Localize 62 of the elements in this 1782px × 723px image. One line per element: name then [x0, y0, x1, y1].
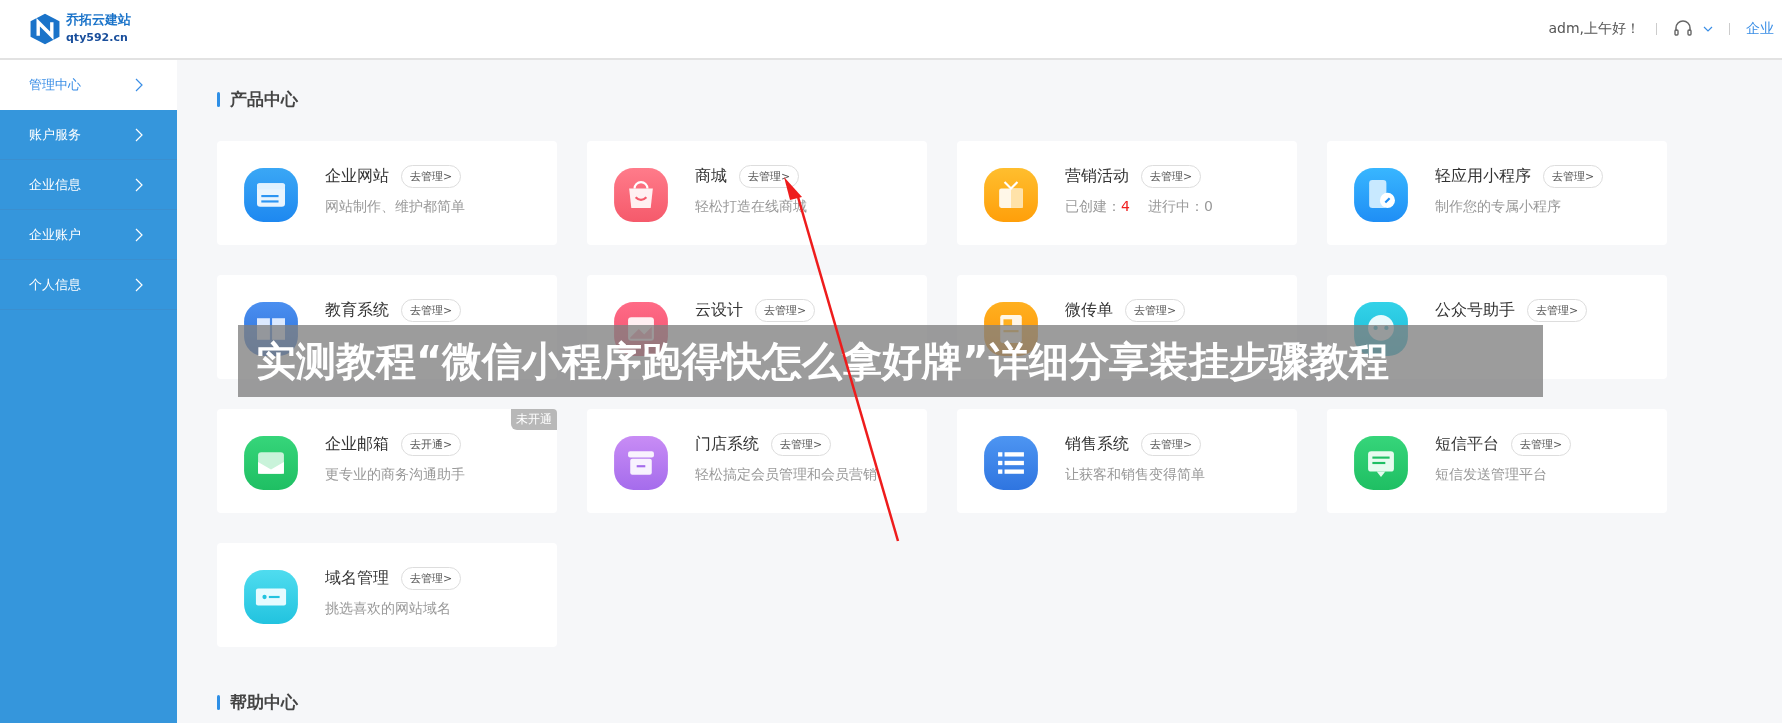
product-description: 制作您的专属小程序 — [1435, 198, 1562, 216]
stat-value: 0 — [1203, 198, 1213, 216]
stat-value: 4 — [1121, 198, 1130, 216]
app-icon — [1353, 435, 1409, 491]
product-description: 网站制作、维护都简单 — [325, 198, 465, 216]
logo-icon — [28, 11, 62, 47]
app-icon — [1353, 167, 1409, 223]
section-title: 帮助中心 — [230, 691, 298, 714]
greeting-text: adm,上午好！ — [1548, 20, 1640, 38]
manage-button[interactable]: 去管理> — [1141, 433, 1202, 456]
app-icon — [983, 435, 1039, 491]
logo-name: 乔拓云建站 — [66, 11, 131, 29]
product-name: 销售系统 — [1065, 434, 1129, 455]
chevron-icon — [135, 277, 143, 292]
section-title: 产品中心 — [230, 88, 298, 111]
chevron-icon — [135, 227, 143, 242]
product-name: 域名管理 — [325, 568, 389, 589]
manage-button[interactable]: 去开通> — [401, 433, 462, 456]
product-description: 短信发送管理平台 — [1435, 466, 1548, 484]
product-name: 教育系统 — [325, 300, 389, 321]
product-name: 轻应用小程序 — [1435, 166, 1531, 187]
product-name: 营销活动 — [1065, 166, 1129, 187]
product-name: 门店系统 — [695, 434, 759, 455]
chevron-icon — [135, 177, 143, 192]
product-name: 企业网站 — [325, 166, 389, 187]
manage-button[interactable]: 去管理> — [1125, 299, 1186, 322]
manage-button[interactable]: 去管理> — [1511, 433, 1572, 456]
logo-domain: qty592.cn — [66, 30, 129, 46]
manage-button[interactable]: 去管理> — [401, 567, 462, 590]
status-badge: 未开通 — [511, 409, 557, 430]
stat-label: 已创建： — [1065, 198, 1121, 216]
stat-label: 进行中： — [1147, 198, 1204, 216]
chevron-icon — [135, 78, 143, 92]
manage-button[interactable]: 去管理> — [401, 165, 462, 188]
manage-button[interactable]: 去管理> — [1543, 165, 1604, 188]
app-icon — [243, 167, 299, 223]
overview-link[interactable]: 企业 — [1746, 20, 1774, 38]
manage-button[interactable]: 去管理> — [739, 165, 800, 188]
product-name: 微传单 — [1065, 300, 1113, 321]
product-name: 商城 — [695, 166, 727, 187]
manage-button[interactable]: 去管理> — [401, 299, 462, 322]
app-icon — [613, 435, 669, 491]
product-description: 挑选喜欢的网站域名 — [325, 600, 452, 618]
manage-button[interactable]: 去管理> — [1141, 165, 1202, 188]
manage-button[interactable]: 去管理> — [771, 433, 832, 456]
headset-icon[interactable] — [1673, 20, 1693, 38]
caret-icon[interactable] — [1703, 26, 1713, 32]
product-name: 云设计 — [695, 300, 743, 321]
product-name: 短信平台 — [1435, 434, 1499, 455]
app-icon — [243, 435, 299, 491]
app-icon — [243, 569, 299, 625]
manage-button[interactable]: 去管理> — [1527, 299, 1588, 322]
sidebar-item[interactable]: 管理中心 — [0, 60, 177, 110]
product-name: 公众号助手 — [1435, 300, 1515, 321]
product-name: 企业邮箱 — [325, 434, 389, 455]
product-description: 更专业的商务沟通助手 — [325, 466, 465, 484]
app-icon — [613, 167, 669, 223]
product-description: 让获客和销售变得简单 — [1065, 466, 1205, 484]
manage-button[interactable]: 去管理> — [755, 299, 816, 322]
product-description: 轻松搞定会员管理和会员营销 — [695, 466, 877, 484]
chevron-icon — [135, 127, 143, 142]
app-icon — [983, 167, 1039, 223]
